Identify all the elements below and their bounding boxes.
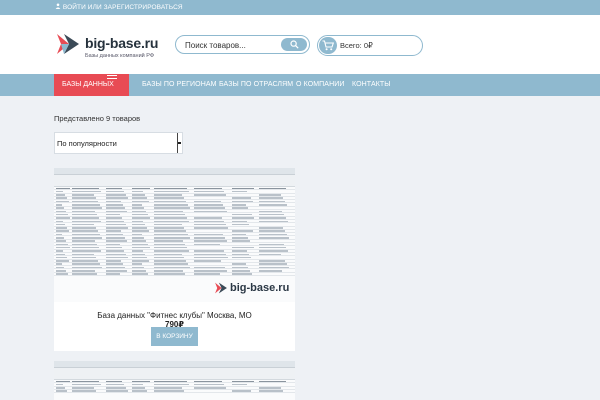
nav-item-databases[interactable]: БАЗЫ ДАННЫХ: [54, 74, 129, 96]
result-count: Представлено 9 товаров: [54, 114, 141, 123]
logo-title[interactable]: big-base.ru: [85, 35, 158, 51]
logo-subtitle: Базы данных компаний РФ: [85, 53, 155, 59]
search-icon: [290, 40, 299, 49]
image-watermark: big-base.ru: [230, 282, 290, 294]
login-link[interactable]: ВОЙТИ ИЛИ ЗАРЕГИСТРИРОВАТЬСЯ: [55, 3, 183, 11]
nav-item-regions[interactable]: БАЗЫ ПО РЕГИОНАМ: [142, 81, 217, 88]
watermark-logo-icon: [214, 281, 228, 295]
product-card: [54, 361, 295, 400]
sort-selected-value: По популярности: [57, 139, 117, 148]
product-image[interactable]: [54, 361, 295, 400]
nav-item-about[interactable]: О КОМПАНИИ: [296, 81, 344, 88]
product-image[interactable]: big-base.ru: [54, 168, 295, 302]
sort-select[interactable]: По популярности: [54, 132, 183, 154]
cart-icon: [319, 37, 337, 54]
search-box: [175, 35, 310, 54]
menu-icon[interactable]: [107, 75, 117, 82]
user-icon: [55, 3, 61, 11]
product-card: big-base.ru База данных "Фитнес клубы" М…: [54, 168, 295, 351]
cart-button[interactable]: Всего: 0₽: [317, 35, 423, 56]
login-text: ВОЙТИ ИЛИ ЗАРЕГИСТРИРОВАТЬСЯ: [62, 4, 183, 11]
cart-total: Всего: 0₽: [340, 41, 373, 50]
logo-icon[interactable]: [55, 31, 81, 57]
nav-item-industries[interactable]: БАЗЫ ПО ОТРАСЛЯМ: [219, 81, 293, 88]
chevron-down-icon: [177, 133, 182, 153]
search-input[interactable]: [185, 39, 280, 51]
main-nav: БАЗЫ ДАННЫХ БАЗЫ ПО РЕГИОНАМ БАЗЫ ПО ОТР…: [0, 74, 600, 96]
product-title[interactable]: База данных "Фитнес клубы" Москва, МО: [54, 311, 295, 320]
top-bar: ВОЙТИ ИЛИ ЗАРЕГИСТРИРОВАТЬСЯ: [0, 0, 600, 15]
add-to-cart-button[interactable]: В КОРЗИНУ: [151, 327, 198, 346]
nav-item-contacts[interactable]: КОНТАКТЫ: [352, 81, 391, 88]
spreadsheet-row: [54, 390, 295, 394]
nav-item-label: БАЗЫ ДАННЫХ: [62, 81, 114, 88]
spreadsheet-row: [54, 273, 295, 277]
search-button[interactable]: [281, 38, 307, 51]
